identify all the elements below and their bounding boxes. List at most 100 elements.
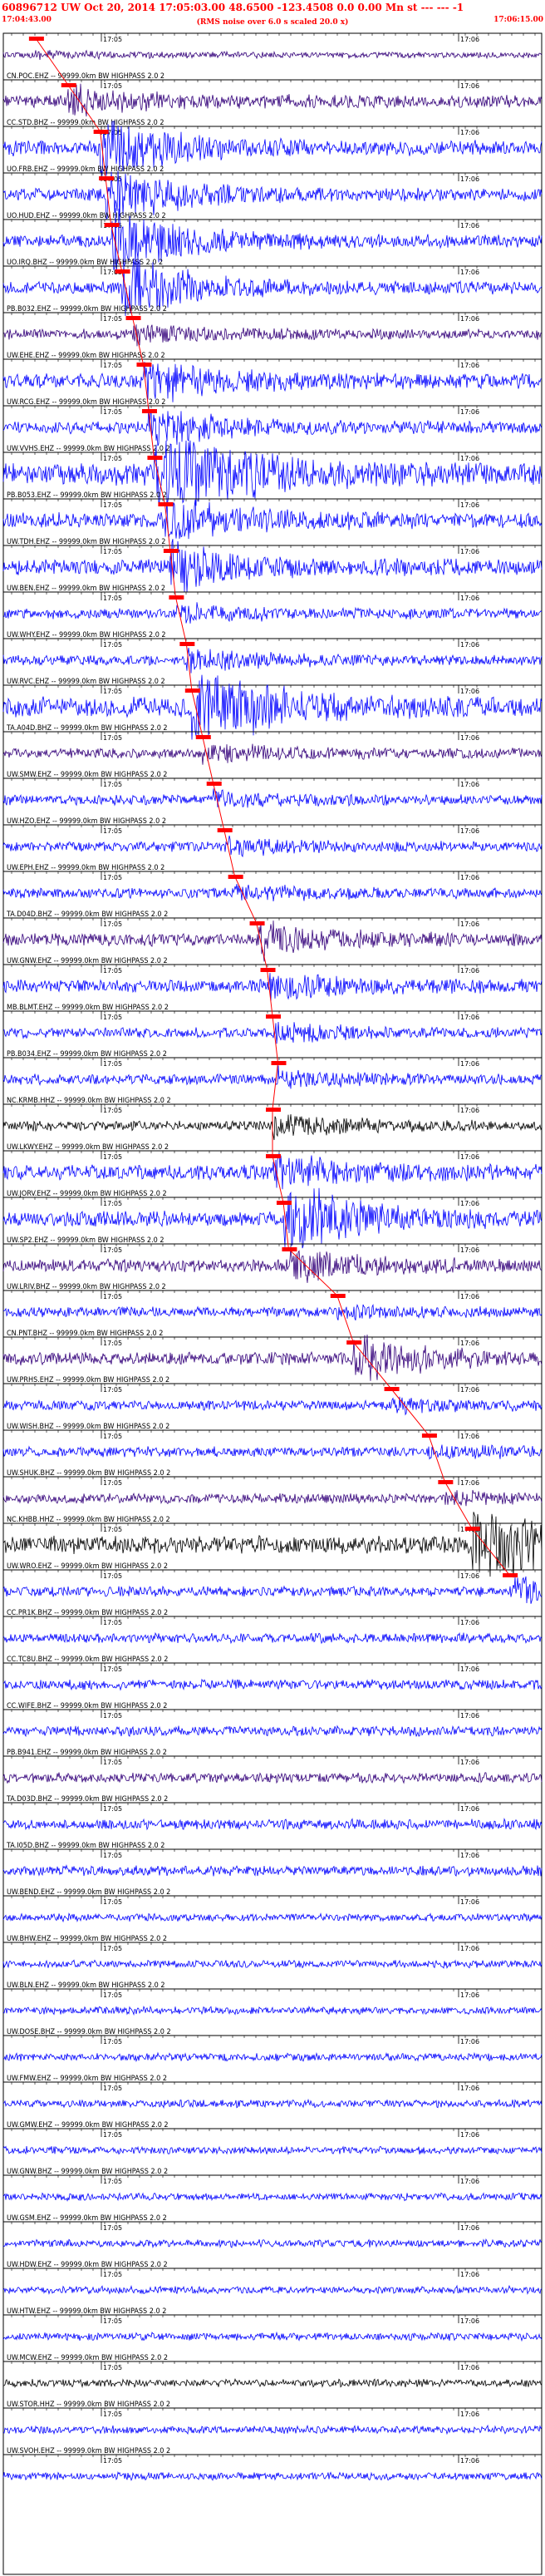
waveform [3,2193,542,2201]
channel-label: UW.EPH.EHZ -- 99999.0km BW HIGHPASS 2.0 … [7,864,164,872]
channel-label: CC.WIFE.BHZ -- 99999.0km BW HIGHPASS 2.0… [7,1702,167,1710]
time-tick-label: 17:06 [460,595,479,602]
time-tick-label: 17:05 [103,1526,122,1533]
waveform [3,1397,542,1414]
time-tick-label: 17:06 [460,1107,479,1114]
channel-label: UW.STOR.HHZ -- 99999.0km BW HIGHPASS 2.0… [7,2401,170,2409]
time-tick-label: 17:06 [460,920,479,928]
channel-label: UW.LKWY.EHZ -- 99999.0km BW HIGHPASS 2.0… [7,1143,169,1152]
time-tick-label: 17:05 [103,781,122,788]
channel-label: UW.RCG.EHZ -- 99999.0km BW HIGHPASS 2.0 … [7,398,165,407]
time-tick-label: 17:06 [460,781,479,788]
time-tick-label: 17:05 [103,2085,122,2092]
channel-row: 17:05 17:06 UW.SVOH.EHZ -- 99999.0km BW HI… [3,2447,542,2480]
channel-row: 17:05 17:06CN.POC.EHZ -- 99999.0km BW HIG… [3,72,542,116]
waveform [3,1726,542,1737]
waveform [3,2053,542,2061]
time-tick-label: 17:05 [103,1572,122,1580]
time-tick-label: 17:06 [460,408,479,416]
channel-row: 17:05 17:06 UW.EPH.EHZ -- 99999.0km BW HIG… [3,864,542,901]
time-tick-label: 17:05 [103,1293,122,1300]
waveform [3,324,542,346]
channel-label: UW.BLN.EHZ -- 99999.0km BW HIGHPASS 2.0 … [7,1981,164,1990]
pick-marker [147,456,162,460]
channel-row: 17:05 17:06UW.BEN.EHZ -- 99999.0km BW HIG… [3,585,542,624]
pick-marker [158,502,173,506]
time-tick-label: 17:06 [460,827,479,835]
time-tick-label: 17:06 [460,2178,479,2185]
channel-row: 17:05 17:06UW.DOSE.BHZ -- 99999.0km BW HI… [3,2028,542,2061]
time-tick-label: 17:06 [460,1246,479,1254]
time-tick-label: 17:05 [103,1991,122,1999]
time-tick-label: 17:06 [460,1712,479,1720]
time-tick-label: 17:05 [103,641,122,649]
channel-label: UO.HUD.EHZ -- 99999.0km BW HIGHPASS 2.0 … [7,212,166,220]
time-tick-label: 17:05 [103,1805,122,1813]
time-tick-label: 17:06 [460,1014,479,1021]
time-tick-label: 17:05 [103,2271,122,2278]
pick-marker [503,1573,518,1577]
time-tick-label: 17:06 [460,129,479,136]
channel-row: 17:05 17:06MB.BLMT.EHZ -- 99999.0km BW HI… [3,1004,542,1044]
time-tick-label: 17:06 [460,1898,479,1906]
time-tick-label: 17:05 [103,1945,122,1952]
time-tick-label: 17:06 [460,874,479,881]
channel-label: UW.BEN.EHZ -- 99999.0km BW HIGHPASS 2.0 … [7,585,165,593]
channel-row: 17:05 17:06 PB.B034.EHZ -- 99999.0km BW HI… [3,1050,542,1088]
time-tick-label: 17:05 [103,36,122,43]
time-tick-label: 17:06 [460,641,479,649]
channel-label: CC.TC8U.BHZ -- 99999.0km BW HIGHPASS 2.0… [7,1656,168,1664]
time-tick-label: 17:06 [460,222,479,229]
waveform [3,648,542,674]
time-tick-label: 17:06 [460,2457,479,2465]
channel-label: UW.GMW.EHZ -- 99999.0km BW HIGHPASS 2.0 … [7,2121,169,2129]
time-tick-label: 17:06 [460,2317,479,2325]
time-tick-label: 17:05 [103,1666,122,1673]
time-tick-label: 17:05 [103,2364,122,2371]
channel-row: 17:05 17:06 UW.SP2.EHZ -- 99999.0km BW HIG… [3,1236,542,1283]
channel-label: PB.B941.EHZ -- 99999.0km BW HIGHPASS 2.0… [7,1749,167,1757]
channel-label: UO.FRB.EHZ -- 99999.0km BW HIGHPASS 2.0 … [7,165,164,174]
time-tick-label: 17:05 [103,967,122,975]
channel-label: UW.BHW.EHZ -- 99999.0km BW HIGHPASS 2.0 … [7,1935,167,1943]
time-tick-label: 17:06 [460,501,479,509]
channel-row: 17:05 17:06UW.FMW.EHZ -- 99999.0km BW HIG… [3,2075,542,2108]
time-tick-label: 17:06 [460,1200,479,1207]
channel-row: 17:05 17:06 TA.A04D.BHZ -- 99999.0km BW HI… [3,724,542,765]
time-tick-label: 17:05 [103,1107,122,1114]
channel-row: 17:05 17:06UW.PRHS.EHZ -- 99999.0km BW HI… [3,1376,542,1414]
channel-label: UW.PRHS.EHZ -- 99999.0km BW HIGHPASS 2.0… [7,1376,169,1384]
channel-row: 17:05 17:06 CC.WIFE.BHZ -- 99999.0km BW HI… [3,1702,542,1736]
time-tick-label: 17:06 [460,1852,479,1859]
time-tick-label: 17:06 [460,2271,479,2278]
waveform [3,1065,542,1088]
time-tick-label: 17:05 [103,1060,122,1068]
channel-row: 17:05 17:06 PB.B032.EHZ -- 99999.0km BW HI… [3,305,542,346]
channel-row: 17:05 17:06UW.MCW.EHZ -- 99999.0km BW HIG… [3,2354,542,2387]
channel-label: UW.HTW.EHZ -- 99999.0km BW HIGHPASS 2.0 … [7,2307,166,2316]
time-tick-label: 17:06 [460,1619,479,1626]
channel-label: TA.A04D.BHZ -- 99999.0km BW HIGHPASS 2.0… [6,724,168,733]
channel-row: 17:05 17:06TA.I05D.BHZ -- 99999.0km BW HI… [3,1842,542,1877]
time-tick-label: 17:05 [103,1852,122,1859]
waveform [3,1633,542,1644]
time-tick-label: 17:05 [103,2317,122,2325]
time-tick-label: 17:05 [103,920,122,928]
pick-marker [99,176,114,180]
channel-label: UW.RVC.EHZ -- 99999.0km BW HIGHPASS 2.0 … [7,678,165,686]
time-tick-label: 17:06 [460,2085,479,2092]
time-tick-label: 17:06 [460,1340,479,1347]
waveform [3,788,542,807]
time-tick-label: 17:06 [460,967,479,975]
time-tick-label: 17:06 [460,1060,479,1068]
channel-label: UW.SHUK.BHZ -- 99999.0km BW HIGHPASS 2.0… [7,1469,170,1478]
pick-marker [266,1108,281,1112]
channel-label: UW.HDW.EHZ -- 99999.0km BW HIGHPASS 2.0 … [7,2261,168,2269]
time-tick-label: 17:06 [460,1991,479,1999]
pick-marker [142,409,157,413]
time-tick-label: 17:06 [460,1293,479,1300]
channel-row: 17:05 17:06UW.SHUK.BHZ -- 99999.0km BW HI… [3,1469,542,1506]
waveform [3,2146,542,2154]
time-tick-label: 17:05 [103,1712,122,1720]
channel-label: UW.WRO.EHZ -- 99999.0km BW HIGHPASS 2.0 … [7,1562,168,1571]
